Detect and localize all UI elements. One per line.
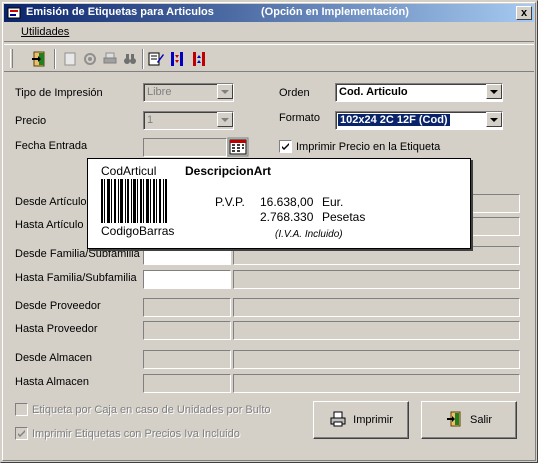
preview-price-pts: 2.768.330 [260,210,314,224]
hasta-almacen-description [233,374,520,393]
hasta-familia-label: Hasta Familia/Subfamilia [15,272,137,284]
hasta-articulo-description [469,217,520,236]
salir-button[interactable]: Salir [421,401,517,439]
toolbar-grip [10,49,13,68]
hasta-proveedor-input[interactable] [143,321,231,340]
close-button[interactable]: x [516,6,532,20]
printer-icon [329,410,347,431]
menu-utilidades[interactable]: Utilidades [21,26,69,38]
imprimir-button[interactable]: Imprimir [313,401,409,439]
exit-icon [446,410,464,431]
formato-select[interactable]: 102x24 2C 12F (Cod) [335,111,503,130]
exit-icon[interactable] [30,49,50,69]
tipo-impresion-select[interactable]: Libre [143,83,234,102]
hasta-familia-input[interactable] [143,270,231,289]
new-icon[interactable] [60,49,80,69]
printer-icon[interactable] [100,49,120,69]
check-icon [18,430,25,437]
label-preview: CodArticul DescripcionArt CodigoBarras P… [87,158,471,249]
chevron-down-icon[interactable] [486,112,502,127]
imprimir-precio-checkbox[interactable]: Imprimir Precio en la Etiqueta [279,140,440,153]
hasta-almacen-input[interactable] [143,374,231,393]
desde-articulo-description [469,194,520,213]
etiqueta-caja-checkbox[interactable]: Etiqueta por Caja en caso de Unidades po… [15,403,271,416]
toolbar-separator [142,49,144,69]
main-window: Emisión de Etiquetas para Articulos (Opc… [0,0,538,463]
desde-articulo-label: Desde Artículo [15,196,87,208]
toolbar [4,44,534,72]
check-icon [282,143,289,150]
orden-label: Orden [279,87,310,99]
desde-proveedor-input[interactable] [143,298,231,317]
app-icon [6,5,22,21]
desde-almacen-input[interactable] [143,350,231,369]
chevron-down-icon[interactable] [486,84,502,99]
preview-cod-articulo: CodArticul [101,164,157,178]
chevron-down-icon[interactable] [217,84,233,99]
tipo-impresion-label: Tipo de Impresión [15,87,103,99]
binoculars-icon[interactable] [120,49,140,69]
hasta-articulo-label: Hasta Artículo [15,219,84,231]
preview-pvp-label: P.V.P. [215,195,245,209]
hasta-proveedor-label: Hasta Proveedor [15,323,98,335]
precio-label: Precio [15,115,47,127]
move-down-icon[interactable] [168,49,188,69]
preview-iva-note: (I.V.A. Incluido) [275,229,343,240]
print-setup-icon[interactable] [80,49,100,69]
preview-currency-eur: Eur. [322,195,344,209]
menu-bar: Utilidades [4,23,534,42]
desde-almacen-description [233,350,520,369]
precio-select[interactable]: 1 [143,111,234,130]
preview-price-eur: 16.638,00 [260,195,314,209]
calendar-icon[interactable] [227,137,249,157]
window-subtitle: (Opción en Implementación) [261,6,409,18]
desde-familia-label: Desde Familia/Subfamilia [15,248,140,260]
formato-label: Formato [279,112,320,124]
desde-proveedor-description [233,298,520,317]
chevron-down-icon[interactable] [217,112,233,127]
hasta-almacen-label: Hasta Almacen [15,376,89,388]
desde-almacen-label: Desde Almacen [15,352,93,364]
orden-select[interactable]: Cod. Articulo [335,83,503,102]
fecha-entrada-label: Fecha Entrada [15,140,88,152]
fecha-entrada-input[interactable] [143,138,227,157]
hasta-proveedor-description [233,321,520,340]
preview-codigo-barras: CodigoBarras [101,224,175,238]
window-title: Emisión de Etiquetas para Articulos [26,6,214,18]
edit-icon[interactable] [146,49,166,69]
desde-proveedor-label: Desde Proveedor [15,300,101,312]
move-up-icon[interactable] [190,49,210,69]
hasta-familia-description [233,270,520,289]
preview-descripcion: DescripcionArt [185,164,272,178]
preview-currency-pts: Pesetas [322,210,366,224]
barcode-icon [101,179,167,223]
title-bar[interactable]: Emisión de Etiquetas para Articulos (Opc… [4,4,534,22]
toolbar-separator [54,49,56,69]
imprimir-iva-checkbox[interactable]: Imprimir Etiquetas con Precios Iva Inclu… [15,427,240,440]
